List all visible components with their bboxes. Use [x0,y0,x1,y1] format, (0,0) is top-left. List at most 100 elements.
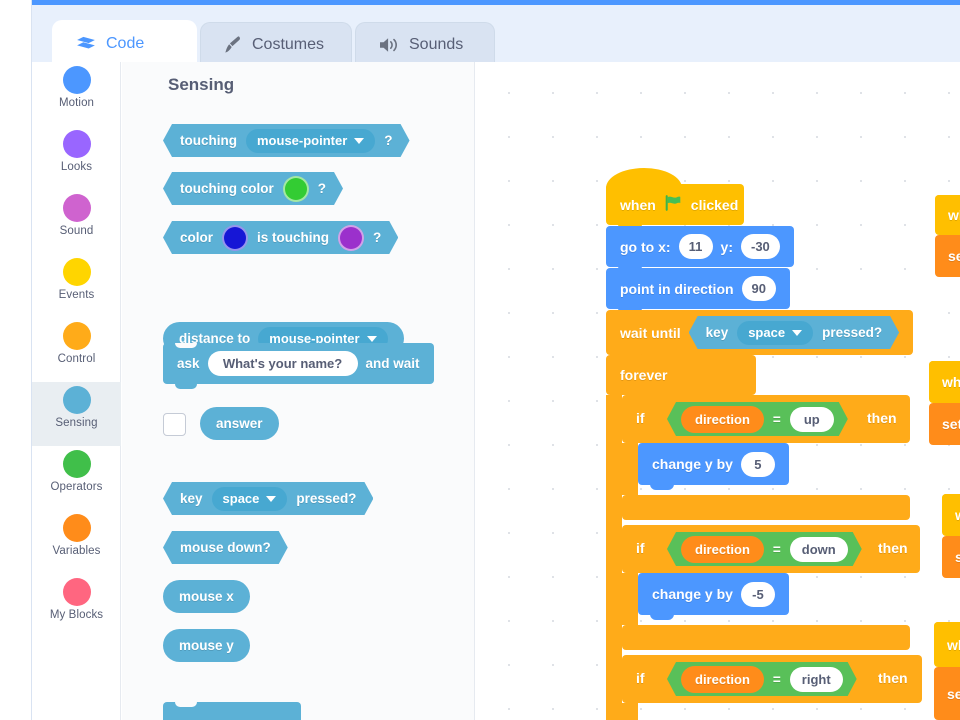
touching-color-label: touching color [180,181,274,196]
variable-direction-3[interactable]: direction [681,666,764,693]
ask-text-input[interactable]: What's your name? [207,351,358,376]
sidebar-item-variables[interactable]: Variables [32,510,121,574]
editor-tab-strip: Code Costumes Sounds [32,5,960,67]
answer-monitor-checkbox[interactable] [163,413,186,436]
sidebar-item-sound[interactable]: Sound [32,190,121,254]
edge-hat-curve-1 [935,195,960,201]
palette-block-key-pressed[interactable]: key space pressed? [163,482,373,515]
block-change-y-by-minus5[interactable]: change y by -5 [638,573,789,620]
edge-script-4-set[interactable]: set [934,667,960,720]
if2-compare-value: down [801,541,836,557]
palette-block-mouse-y[interactable]: mouse y [163,629,250,662]
block-category-list: Motion Looks Sound Events Control Sensin… [32,62,121,720]
sidebar-item-looks[interactable]: Looks [32,126,121,190]
edge-script-1-set[interactable]: set [935,235,960,277]
block-equals-operator-2[interactable]: direction = down [667,532,862,566]
color-swatch-blue[interactable] [222,225,248,251]
left-gutter [0,0,32,720]
block-wait-until[interactable]: wait until key space pressed? [606,310,914,360]
if3-compare-input[interactable]: right [790,667,843,692]
touching-target-value: mouse-pointer [257,133,348,148]
edge-script-2-when[interactable]: when [929,361,960,403]
mouse-x-label: mouse x [179,589,234,604]
tab-sounds[interactable]: Sounds [355,22,495,67]
change-y-input-1[interactable]: 5 [740,451,775,477]
if3-then-label: then [878,670,908,686]
touching-color-question-mark: ? [317,181,326,196]
palette-block-color-is-touching[interactable]: color is touching ? [163,221,398,254]
palette-workspace-divider [474,62,475,720]
if1-then-label: then [867,410,897,426]
tab-costumes[interactable]: Costumes [200,22,352,67]
edge-script-3-when-label: when [955,507,960,523]
if1-compare-value: up [803,411,820,427]
if1-compare-input[interactable]: up [790,407,834,432]
sidebar-item-operators[interactable]: Operators [32,446,121,510]
my-blocks-color-dot [62,578,91,606]
sidebar-item-my-blocks-label: My Blocks [49,609,104,621]
point-direction-input[interactable]: 90 [741,276,777,301]
sidebar-item-events-label: Events [58,289,95,301]
block-equals-operator-3[interactable]: direction = right [667,662,857,696]
variable-direction-2[interactable]: direction [681,536,764,563]
touching-question-mark: ? [384,133,393,148]
if1-bottom-bar [622,495,910,520]
palette-block-mouse-down[interactable]: mouse down? [163,531,288,564]
block-point-in-direction[interactable]: point in direction 90 [606,268,791,314]
sidebar-item-sensing[interactable]: Sensing [32,382,121,446]
touching-target-dropdown[interactable]: mouse-pointer [246,129,375,153]
wait-key-pressed-label: pressed? [822,325,883,340]
if2-compare-input[interactable]: down [790,537,848,562]
events-color-dot [62,258,91,286]
if2-operator: = [772,541,781,557]
wait-key-value: space [748,325,786,340]
variable-direction-1[interactable]: direction [681,406,764,433]
key-value: space [222,491,260,506]
change-y-label-1: change y by [652,456,733,472]
edge-script-3-set[interactable]: set [942,536,960,578]
wait-key-dropdown[interactable]: space [737,321,813,345]
key-dropdown[interactable]: space [212,487,288,511]
go-to-y-label: y: [720,238,733,255]
sidebar-item-my-blocks[interactable]: My Blocks [32,574,121,638]
variables-color-dot [62,514,91,542]
palette-block-ask-and-wait[interactable]: ask What's your name? and wait [163,343,434,389]
if1-left-spine [622,443,638,495]
palette-block-touching[interactable]: touching mouse-pointer ? [163,124,410,157]
palette-block-mouse-x[interactable]: mouse x [163,580,250,613]
palette-block-answer[interactable]: answer [200,407,279,440]
block-when-flag-clicked[interactable]: when clicked [606,168,744,230]
tab-sounds-label: Sounds [409,36,464,53]
palette-block-partial-bottom[interactable] [163,702,301,720]
go-to-y-input[interactable]: -30 [741,234,780,259]
sidebar-item-events[interactable]: Events [32,254,121,318]
scratch-editor-window: Code Costumes Sounds Motion Looks Sound … [0,0,960,720]
answer-label: answer [216,416,263,431]
block-palette[interactable]: Sensing touching mouse-pointer ? touchin… [122,62,475,720]
code-workspace[interactable]: when clicked go to x: 11 y: -30 point in… [476,62,960,720]
edge-script-2-set[interactable]: set [929,403,960,445]
color-swatch-purple[interactable] [338,225,364,251]
go-to-x-input[interactable]: 11 [678,234,713,259]
edge-script-4-when[interactable]: when [934,622,960,667]
block-equals-operator-1[interactable]: direction = up [667,402,848,436]
edge-script-1-when-label: when [948,207,960,223]
block-go-to-xy[interactable]: go to x: 11 y: -30 [606,226,794,272]
sidebar-item-motion[interactable]: Motion [32,62,121,126]
tab-code[interactable]: Code [52,20,197,67]
change-y-input-2[interactable]: -5 [740,581,775,607]
if1-variable-label: direction [695,411,750,427]
mouse-y-label: mouse y [179,638,234,653]
block-key-pressed-in-wait[interactable]: key space pressed? [689,316,899,349]
sidebar-item-control[interactable]: Control [32,318,121,382]
block-change-y-by-5[interactable]: change y by 5 [638,443,789,490]
edge-script-2-set-label: set [942,416,960,432]
ask-label: ask [177,356,200,371]
if2-then-label: then [878,540,908,556]
palette-block-touching-color[interactable]: touching color ? [163,172,343,205]
if3-operator: = [772,671,781,687]
edge-script-1-when[interactable]: when [935,195,960,235]
color-swatch-green[interactable] [283,176,309,202]
if3-variable-label: direction [695,671,750,687]
edge-script-3-when[interactable]: when [942,494,960,536]
